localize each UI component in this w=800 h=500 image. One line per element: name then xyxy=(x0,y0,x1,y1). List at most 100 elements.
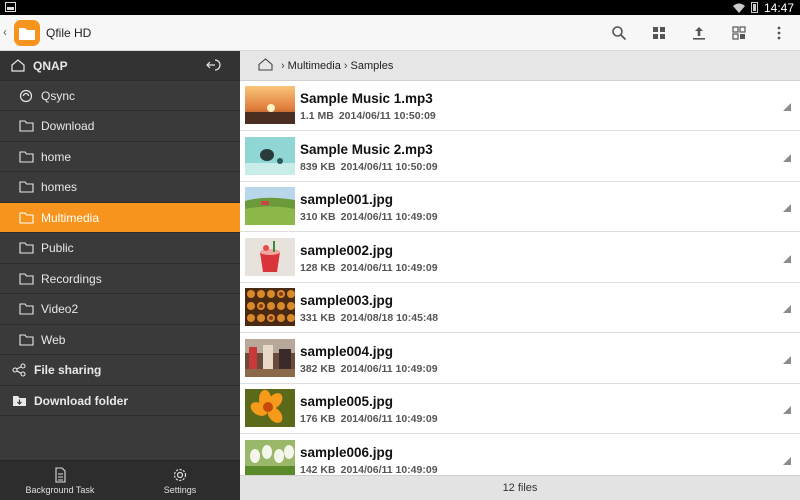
file-meta: 310 KB 2014/06/11 10:49:09 xyxy=(300,211,438,223)
sidebar-item-qnap[interactable]: QNAP xyxy=(0,51,240,81)
file-thumbnail xyxy=(245,288,295,326)
sidebar-item-label: Download xyxy=(41,119,95,133)
sidebar-item-home[interactable]: home xyxy=(0,142,240,172)
upload-icon xyxy=(693,27,705,40)
file-row[interactable]: sample001.jpg 310 KB 2014/06/11 10:49:09 xyxy=(240,182,800,232)
sidebar-item-label: Download folder xyxy=(34,393,128,408)
row-menu-icon[interactable] xyxy=(783,103,791,111)
file-thumbnail xyxy=(245,338,295,377)
wifi-icon xyxy=(732,3,745,13)
folder-icon xyxy=(18,211,34,225)
row-menu-icon[interactable] xyxy=(783,305,791,313)
share-icon xyxy=(11,363,27,377)
sidebar-item-download[interactable]: Download xyxy=(0,112,240,142)
file-meta: 128 KB 2014/06/11 10:49:09 xyxy=(300,262,438,274)
file-meta: 331 KB 2014/08/18 10:45:48 xyxy=(300,312,438,324)
file-date: 2014/06/11 10:49:09 xyxy=(340,362,438,375)
file-row[interactable]: sample003.jpg 331 KB 2014/08/18 10:45:48 xyxy=(240,283,800,333)
file-thumbnail xyxy=(245,237,295,276)
file-row[interactable]: sample006.jpg 142 KB 2014/06/11 10:49:09 xyxy=(240,435,800,476)
file-name: sample002.jpg xyxy=(300,242,394,258)
sidebar-item-file-sharing[interactable]: File sharing xyxy=(0,356,240,386)
row-menu-icon[interactable] xyxy=(783,254,791,263)
file-date: 2014/06/11 10:49:09 xyxy=(340,413,438,425)
multi-select-button[interactable] xyxy=(729,23,749,43)
folder-icon xyxy=(18,119,34,133)
home-icon xyxy=(10,59,26,73)
file-date: 2014/08/18 10:45:48 xyxy=(340,312,439,324)
sidebar-item-label: homes xyxy=(41,180,78,194)
row-menu-icon[interactable] xyxy=(783,153,791,162)
home-icon[interactable] xyxy=(258,57,273,74)
file-meta: 142 KB 2014/06/11 10:49:09 xyxy=(300,464,438,476)
settings-label: Settings xyxy=(163,485,197,495)
sidebar-item-label: Qsync xyxy=(41,88,76,103)
file-thumbnail xyxy=(245,389,295,427)
folder-icon xyxy=(18,272,34,286)
row-menu-icon[interactable] xyxy=(783,355,791,364)
file-name: sample001.jpg xyxy=(300,192,394,207)
file-date: 2014/06/11 10:50:09 xyxy=(338,110,436,122)
app-title: Qfile HD xyxy=(46,26,92,40)
sidebar-item-download-folder[interactable]: Download folder xyxy=(0,386,240,416)
background-task-button[interactable]: Background Task xyxy=(0,461,120,500)
sidebar-item-label: Recordings xyxy=(41,271,102,286)
file-name: Sample Music 1.mp3 xyxy=(300,91,433,106)
sidebar-item-recordings[interactable]: Recordings xyxy=(0,264,240,294)
file-name: sample003.jpg xyxy=(300,293,394,308)
sidebar-item-homes[interactable]: homes xyxy=(0,173,240,203)
file-date: 2014/06/11 10:49:09 xyxy=(340,463,438,476)
file-name: Sample Music 2.mp3 xyxy=(300,141,433,157)
file-thumbnail xyxy=(245,136,295,175)
sidebar-item-multimedia[interactable]: Multimedia xyxy=(0,203,240,233)
overflow-menu-button[interactable] xyxy=(769,23,789,43)
file-count-footer: 12 files xyxy=(240,475,800,500)
file-size: 331 KB xyxy=(300,312,336,324)
app-logo-icon[interactable] xyxy=(14,20,40,46)
row-menu-icon[interactable] xyxy=(783,204,791,212)
folder-icon xyxy=(18,302,34,316)
file-meta: 382 KB 2014/06/11 10:49:09 xyxy=(300,363,438,375)
row-menu-icon[interactable] xyxy=(783,406,791,414)
sidebar-item-label: QNAP xyxy=(33,58,68,73)
main-panel: › Multimedia › Samples Sample Music 1.mp… xyxy=(240,51,800,500)
file-count: 12 files xyxy=(502,482,538,494)
sidebar-item-video2[interactable]: Video2 xyxy=(0,295,240,325)
sidebar-item-label: Video2 xyxy=(41,302,79,316)
sidebar-item-web[interactable]: Web xyxy=(0,325,240,355)
grid-view-button[interactable] xyxy=(649,23,669,43)
file-list: Sample Music 1.mp3 1.1 MB 2014/06/11 10:5… xyxy=(240,81,800,475)
file-name: sample006.jpg xyxy=(300,444,394,460)
file-size: 839 KB xyxy=(300,160,336,173)
sidebar-item-qsync[interactable]: Qsync xyxy=(0,81,240,111)
status-time: 14:47 xyxy=(763,0,794,15)
file-name: sample004.jpg xyxy=(300,343,394,359)
settings-button[interactable]: Settings xyxy=(120,461,240,500)
file-meta: 839 KB 2014/06/11 10:50:09 xyxy=(300,161,438,173)
file-thumbnail xyxy=(245,86,295,124)
folder-icon xyxy=(18,180,34,194)
file-row[interactable]: sample005.jpg 176 KB 2014/06/11 10:49:09 xyxy=(240,384,800,434)
sidebar: QNAP Qsync Download home homes Multimedi… xyxy=(0,51,240,500)
folder-icon xyxy=(18,241,34,255)
breadcrumb-item[interactable]: Multimedia xyxy=(288,60,341,72)
file-row[interactable]: Sample Music 2.mp3 839 KB 2014/06/11 10:5… xyxy=(240,132,800,182)
back-icon[interactable]: ‹ xyxy=(3,25,7,39)
search-button[interactable] xyxy=(609,23,629,43)
sidebar-item-label: Web xyxy=(41,332,66,347)
sidebar-item-public[interactable]: Public xyxy=(0,234,240,264)
download-folder-icon xyxy=(11,394,27,408)
file-row[interactable]: Sample Music 1.mp3 1.1 MB 2014/06/11 10:5… xyxy=(240,81,800,131)
row-menu-icon[interactable] xyxy=(783,456,791,465)
sidebar-item-label: Multimedia xyxy=(41,210,100,225)
file-row[interactable]: sample002.jpg 128 KB 2014/06/11 10:49:09 xyxy=(240,233,800,283)
sidebar-item-label: Public xyxy=(41,241,74,255)
file-meta: 1.1 MB 2014/06/11 10:50:09 xyxy=(300,110,436,122)
file-date: 2014/06/11 10:49:09 xyxy=(340,261,438,274)
more-vertical-icon xyxy=(777,26,781,40)
status-bar: 14:47 xyxy=(0,0,800,15)
breadcrumb-item[interactable]: Samples xyxy=(351,60,394,72)
upload-button[interactable] xyxy=(689,23,709,43)
logout-icon[interactable] xyxy=(206,59,222,74)
file-row[interactable]: sample004.jpg 382 KB 2014/06/11 10:49:09 xyxy=(240,334,800,384)
